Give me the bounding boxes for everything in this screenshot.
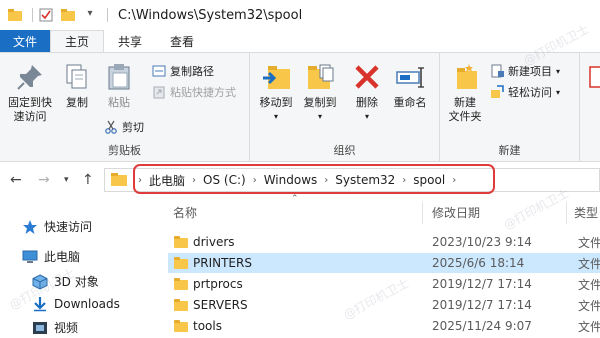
organize-group: 移动到 ▾ 复制到 ▾ 删除 ▾ 重命名 组织: [250, 53, 440, 161]
file-type: 文件夹: [578, 277, 600, 292]
paste-icon: [103, 61, 135, 93]
organize-group-label: 组织: [333, 144, 356, 157]
table-row[interactable]: PRINTERS 2025/6/6 18:14 文件夹: [168, 253, 600, 273]
star-icon: [22, 219, 38, 235]
paste-shortcut-button[interactable]: 粘贴快捷方式: [152, 84, 236, 100]
delete-button[interactable]: 删除 ▾: [350, 61, 384, 124]
folder-icon: [8, 8, 22, 22]
properties-icon: [588, 61, 600, 93]
paste-shortcut-icon: [152, 85, 166, 99]
pin-to-quick-access-button[interactable]: 固定到快 速访问: [4, 61, 56, 124]
new-item-icon: [490, 64, 504, 78]
copy-path-icon: [152, 64, 166, 78]
easy-access-button[interactable]: 轻松访问 ▾: [490, 84, 560, 100]
table-row[interactable]: prtprocs 2019/12/7 17:14 文件夹: [168, 274, 600, 294]
new-folder-icon: [449, 61, 481, 93]
clipboard-group-label: 剪贴板: [108, 144, 141, 157]
file-list: ⌃ 名称 修改日期 类型 drivers 2023/10/23 9:14 文件夹…: [160, 194, 600, 338]
column-header-date[interactable]: 修改日期: [432, 198, 480, 226]
tab-share[interactable]: 共享: [104, 30, 156, 52]
copy-path-button[interactable]: 复制路径: [152, 63, 214, 79]
nav-item-this-pc[interactable]: 此电脑: [22, 248, 80, 265]
scissors-icon: [104, 120, 118, 134]
properties-icon[interactable]: [39, 8, 53, 22]
file-name: PRINTERS: [193, 256, 252, 270]
divider: [32, 8, 33, 22]
new-folder-button[interactable]: 新建 文件夹: [444, 61, 486, 124]
nav-item-quick-access[interactable]: 快速访问: [22, 218, 92, 235]
forward-arrow-icon[interactable]: →: [38, 172, 50, 188]
rename-button[interactable]: 重命名: [390, 61, 430, 110]
copy-button[interactable]: 复制: [60, 61, 94, 110]
new-item-button[interactable]: 新建项目 ▾: [490, 63, 560, 79]
move-to-button[interactable]: 移动到 ▾: [256, 61, 296, 124]
address-highlight-annotation: [133, 164, 495, 194]
pin-icon: [14, 61, 46, 93]
divider: [107, 8, 108, 22]
folder-icon: [174, 257, 188, 269]
column-header-name[interactable]: 名称: [173, 198, 197, 226]
file-date: 2019/12/7 17:14: [432, 298, 532, 312]
copy-to-button[interactable]: 复制到 ▾: [300, 61, 340, 124]
nav-item-3d-objects[interactable]: 3D 对象: [32, 273, 99, 290]
file-date: 2019/12/7 17:14: [432, 277, 532, 291]
new-group-label: 新建: [498, 144, 521, 157]
folder-icon: [174, 236, 188, 248]
file-name: prtprocs: [193, 277, 243, 291]
new-folder-quick-icon[interactable]: [61, 8, 75, 22]
new-group: 新建 文件夹 新建项目 ▾ 轻松访问 ▾ 新建: [440, 53, 580, 161]
table-row[interactable]: SERVERS 2019/12/7 17:14 文件夹: [168, 295, 600, 315]
folder-icon: [174, 320, 188, 332]
folder-icon: [174, 299, 188, 311]
file-type: 文件夹: [578, 235, 600, 250]
paste-button[interactable]: 粘贴: [100, 61, 138, 110]
column-divider[interactable]: [566, 202, 567, 224]
back-arrow-icon[interactable]: ←: [10, 172, 22, 188]
file-name: drivers: [193, 235, 235, 249]
column-header-type[interactable]: 类型: [574, 198, 600, 226]
tab-file[interactable]: 文件: [0, 30, 50, 52]
file-date: 2025/11/24 9:07: [432, 319, 532, 333]
delete-x-icon: [351, 61, 383, 93]
copy-icon: [61, 61, 93, 93]
file-type: 文件夹: [578, 256, 600, 271]
tab-home[interactable]: 主页: [50, 30, 105, 52]
file-type: 文件夹: [578, 319, 600, 334]
copy-to-icon: [304, 61, 336, 93]
download-arrow-icon: [32, 296, 48, 312]
ribbon-tabs: 文件 主页 共享 查看: [0, 30, 600, 52]
file-date: 2023/10/23 9:14: [432, 235, 532, 249]
rename-icon: [394, 61, 426, 93]
customize-toolbar-icon[interactable]: ▾: [83, 8, 97, 22]
file-date: 2025/6/6 18:14: [432, 256, 525, 270]
film-icon: [32, 320, 48, 336]
cut-button[interactable]: 剪切: [104, 119, 144, 135]
title-bar: ▾ C:\Windows\System32\spool: [0, 0, 600, 30]
ribbon: 固定到快 速访问 复制 粘贴 复制路径 粘贴快捷方式 剪切 剪贴板 移动到 ▾ …: [0, 52, 600, 162]
easy-access-icon: [490, 85, 504, 99]
computer-icon: [22, 249, 38, 265]
folder-icon: [174, 278, 188, 290]
sort-ascending-icon: ⌃: [291, 194, 299, 204]
file-name: tools: [193, 319, 222, 333]
tab-view[interactable]: 查看: [156, 30, 208, 52]
column-divider[interactable]: [422, 202, 423, 224]
table-row[interactable]: tools 2025/11/24 9:07 文件夹: [168, 316, 600, 336]
cube-icon: [32, 273, 48, 290]
folder-icon: [111, 173, 127, 186]
nav-item-downloads[interactable]: Downloads: [32, 296, 120, 312]
nav-item-videos[interactable]: 视频: [32, 319, 78, 336]
file-name: SERVERS: [193, 298, 248, 312]
move-to-icon: [260, 61, 292, 93]
navigation-pane: 快速访问 此电脑 3D 对象 Downloads 视频: [0, 198, 160, 338]
window-title: C:\Windows\System32\spool: [118, 7, 303, 23]
up-arrow-icon[interactable]: ↑: [82, 172, 94, 188]
clipboard-group: 固定到快 速访问 复制 粘贴 复制路径 粘贴快捷方式 剪切 剪贴板: [0, 53, 250, 161]
recent-locations-chevron-icon[interactable]: ▾: [64, 175, 69, 185]
open-properties-button[interactable]: [586, 61, 600, 96]
table-row[interactable]: drivers 2023/10/23 9:14 文件夹: [168, 232, 600, 252]
file-type: 文件夹: [578, 298, 600, 313]
